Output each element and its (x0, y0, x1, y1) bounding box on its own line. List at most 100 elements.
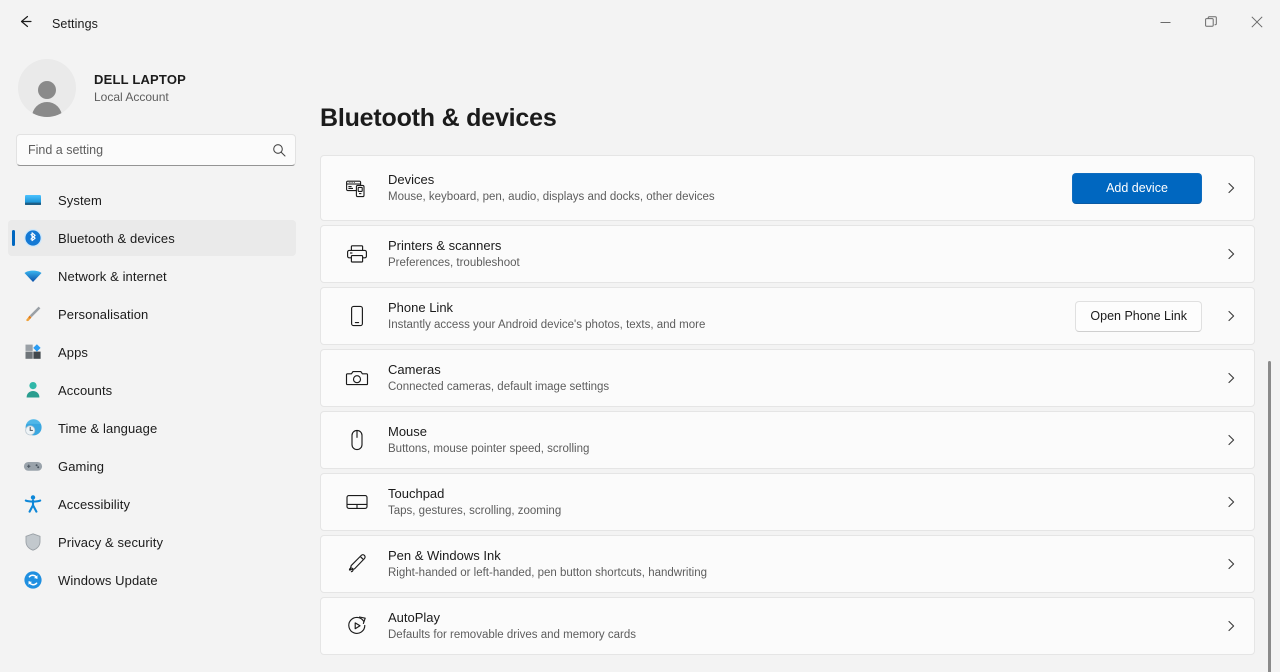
devices-icon (344, 175, 370, 201)
back-arrow-icon (17, 13, 34, 35)
card-title: Touchpad (388, 486, 445, 501)
back-button[interactable] (8, 7, 42, 41)
window-controls (1142, 0, 1280, 48)
main-content: Bluetooth & devices Devices Mouse, keybo… (320, 48, 1280, 672)
account-block[interactable]: DELL LAPTOP Local Account (0, 52, 320, 124)
card-subtitle: Instantly access your Android device's p… (388, 319, 706, 331)
sidebar-item-accessibility[interactable]: Accessibility (8, 486, 296, 522)
window-body: DELL LAPTOP Local Account Find a setting… (0, 48, 1280, 672)
touchpad-icon (344, 489, 370, 515)
card-text: Devices Mouse, keyboard, pen, audio, dis… (388, 171, 1072, 205)
card-subtitle: Defaults for removable drives and memory… (388, 629, 636, 641)
card-text: Phone Link Instantly access your Android… (388, 299, 1075, 333)
chevron-right-icon[interactable] (1220, 309, 1242, 323)
card-title: Cameras (388, 362, 441, 377)
card-subtitle: Buttons, mouse pointer speed, scrolling (388, 443, 590, 455)
card-title: Devices (388, 172, 435, 187)
sidebar: DELL LAPTOP Local Account Find a setting… (0, 48, 320, 672)
card-mouse[interactable]: Mouse Buttons, mouse pointer speed, scro… (320, 411, 1255, 469)
phone-icon (344, 303, 370, 329)
card-text: Mouse Buttons, mouse pointer speed, scro… (388, 423, 1220, 457)
sidebar-item-label: Windows Update (58, 572, 158, 588)
gamepad-icon (22, 455, 44, 477)
card-title: Phone Link (388, 300, 454, 315)
chevron-right-icon[interactable] (1220, 247, 1242, 261)
card-title: Printers & scanners (388, 238, 502, 253)
sidebar-item-apps[interactable]: Apps (8, 334, 296, 370)
card-pen-windows-ink[interactable]: Pen & Windows Ink Right-handed or left-h… (320, 535, 1255, 593)
sidebar-item-label: Gaming (58, 458, 105, 474)
card-autoplay[interactable]: AutoPlay Defaults for removable drives a… (320, 597, 1255, 655)
card-printers-scanners[interactable]: Printers & scanners Preferences, trouble… (320, 225, 1255, 283)
close-icon (1251, 15, 1263, 33)
restore-icon (1205, 15, 1217, 33)
sidebar-item-privacy-security[interactable]: Privacy & security (8, 524, 296, 560)
paintbrush-icon (22, 303, 44, 325)
close-button[interactable] (1234, 0, 1280, 48)
printer-icon (344, 241, 370, 267)
app-title: Settings (52, 17, 98, 31)
minimize-button[interactable] (1142, 0, 1188, 48)
vertical-scrollbar[interactable] (1268, 361, 1271, 672)
card-cameras[interactable]: Cameras Connected cameras, default image… (320, 349, 1255, 407)
card-action: Add device (1072, 172, 1202, 204)
sidebar-item-windows-update[interactable]: Windows Update (8, 562, 296, 598)
sidebar-item-network-internet[interactable]: Network & internet (8, 258, 296, 294)
mouse-icon (344, 427, 370, 453)
sidebar-item-label: Bluetooth & devices (58, 230, 175, 246)
card-text: Cameras Connected cameras, default image… (388, 361, 1220, 395)
monitor-icon (22, 189, 44, 211)
open-phone-link-button[interactable]: Open Phone Link (1075, 300, 1202, 332)
sidebar-item-time-language[interactable]: Time & language (8, 410, 296, 446)
sidebar-item-label: Time & language (58, 420, 158, 436)
sidebar-item-gaming[interactable]: Gaming (8, 448, 296, 484)
card-touchpad[interactable]: Touchpad Taps, gestures, scrolling, zoom… (320, 473, 1255, 531)
search-input[interactable] (17, 135, 295, 165)
card-title: Mouse (388, 424, 428, 439)
clock-globe-icon (22, 417, 44, 439)
search-box[interactable] (16, 134, 296, 166)
sidebar-item-bluetooth-devices[interactable]: Bluetooth & devices (8, 220, 296, 256)
avatar (18, 59, 76, 117)
maximize-button[interactable] (1188, 0, 1234, 48)
add-device-button[interactable]: Add device (1072, 172, 1202, 204)
sidebar-item-label: Apps (58, 344, 89, 360)
card-subtitle: Connected cameras, default image setting… (388, 381, 610, 393)
sidebar-item-personalisation[interactable]: Personalisation (8, 296, 296, 332)
sidebar-item-label: Accessibility (58, 496, 131, 512)
card-title: AutoPlay (388, 610, 441, 625)
card-subtitle: Preferences, troubleshoot (388, 257, 520, 269)
sidebar-nav: System Bluetooth & devices Network & int… (0, 180, 320, 672)
person-icon (22, 379, 44, 401)
sidebar-item-accounts[interactable]: Accounts (8, 372, 296, 408)
page-title: Bluetooth & devices (320, 104, 557, 132)
card-subtitle: Mouse, keyboard, pen, audio, displays an… (388, 191, 715, 203)
card-phone-link[interactable]: Phone Link Instantly access your Android… (320, 287, 1255, 345)
bluetooth-icon (22, 227, 44, 249)
sidebar-item-label: Network & internet (58, 268, 167, 284)
minimize-icon (1160, 15, 1171, 33)
sidebar-item-label: Personalisation (58, 306, 149, 322)
card-devices[interactable]: Devices Mouse, keyboard, pen, audio, dis… (320, 155, 1255, 221)
settings-card-list: Devices Mouse, keyboard, pen, audio, dis… (320, 155, 1255, 655)
chevron-right-icon[interactable] (1220, 495, 1242, 509)
sidebar-item-label: System (58, 192, 102, 208)
account-text: DELL LAPTOP Local Account (94, 71, 186, 106)
chevron-right-icon[interactable] (1220, 557, 1242, 571)
sidebar-item-system[interactable]: System (8, 182, 296, 218)
chevron-right-icon[interactable] (1220, 181, 1242, 195)
main-scroll-area: Bluetooth & devices Devices Mouse, keybo… (320, 48, 1280, 672)
chevron-right-icon[interactable] (1220, 371, 1242, 385)
accessibility-icon (22, 493, 44, 515)
chevron-right-icon[interactable] (1220, 619, 1242, 633)
camera-icon (344, 365, 370, 391)
search-icon[interactable] (272, 143, 286, 157)
card-text: Touchpad Taps, gestures, scrolling, zoom… (388, 485, 1220, 519)
card-action: Open Phone Link (1075, 300, 1202, 332)
sidebar-item-label: Accounts (58, 382, 113, 398)
title-bar: Settings (0, 0, 1280, 48)
card-subtitle: Right-handed or left-handed, pen button … (388, 567, 708, 579)
chevron-right-icon[interactable] (1220, 433, 1242, 447)
apps-icon (22, 341, 44, 363)
card-text: Pen & Windows Ink Right-handed or left-h… (388, 547, 1220, 581)
